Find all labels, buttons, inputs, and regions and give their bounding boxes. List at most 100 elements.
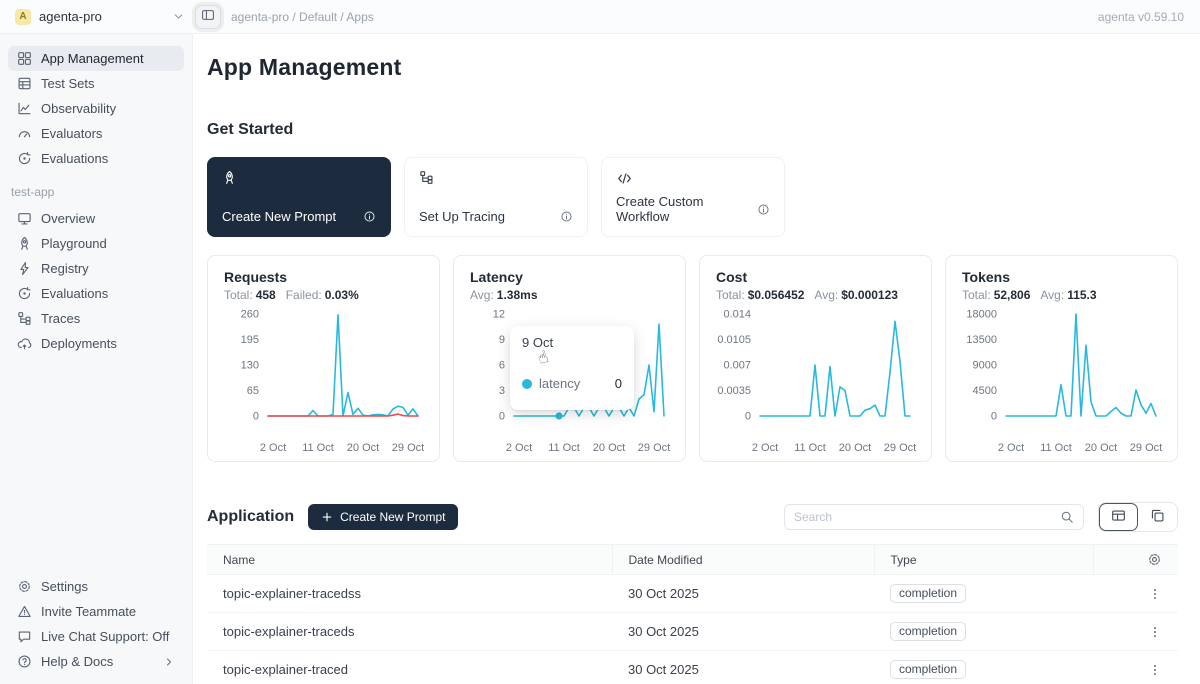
sidebar-item-app-management[interactable]: App Management [8,46,184,71]
gear-icon [17,579,32,594]
svg-text:65: 65 [247,385,259,397]
series-dot [522,379,532,389]
observability-icon [17,101,32,116]
help-icon [17,654,32,669]
tree-icon [17,311,32,326]
stat-card-latency: LatencyAvg:1.38ms0369122 Oct11 Oct20 Oct… [453,255,686,462]
sidebar-item-overview[interactable]: Overview [8,206,184,231]
chart-requests[interactable]: 0651301952602 Oct11 Oct20 Oct29 Oct [224,306,423,459]
search-input[interactable] [794,510,1054,524]
svg-text:260: 260 [241,309,259,321]
sidebar: App Management Test Sets Observability Eval… [0,34,193,684]
svg-text:29 Oct: 29 Oct [1130,442,1162,454]
sidebar-item-traces[interactable]: Traces [8,306,184,331]
triangle-icon [17,604,32,619]
chart-title: Cost [716,269,915,285]
info-icon[interactable] [560,210,573,223]
sidebar-item-observability[interactable]: Observability [8,96,184,121]
row-menu-kebab-icon[interactable] [1109,663,1162,677]
main-content: App Management Get Started Create New Pr… [193,34,1200,684]
chevron-down-icon [172,10,185,23]
info-icon[interactable] [757,203,770,216]
svg-text:0: 0 [991,411,997,423]
sidebar-item-playground[interactable]: Playground [8,231,184,256]
sidebar-item-settings[interactable]: Settings [8,574,184,599]
card-view-button[interactable] [1138,503,1177,531]
table-row[interactable]: topic-explainer-tracedss30 Oct 2025compl… [207,575,1178,613]
page-title: App Management [207,54,1178,81]
workspace-selector[interactable]: A agenta-pro [15,9,185,25]
chart-tokens[interactable]: 04500900013500180002 Oct11 Oct20 Oct29 O… [962,306,1161,459]
sidebar-item-registry[interactable]: Registry [8,256,184,281]
svg-text:0: 0 [253,411,259,423]
svg-text:20 Oct: 20 Oct [347,442,379,454]
stat-card-tokens: TokensTotal:52,806Avg:115.30450090001350… [945,255,1178,462]
svg-text:11 Oct: 11 Oct [302,442,334,454]
stat: Avg:1.38ms [470,288,538,302]
svg-text:6: 6 [499,360,505,372]
rocket-icon [222,170,376,185]
stat: Avg:115.3 [1040,288,1096,302]
sidebar-item-evaluators[interactable]: Evaluators [8,121,184,146]
get-started-card-set-up-tracing[interactable]: Set Up Tracing [404,157,588,237]
svg-text:11 Oct: 11 Oct [548,442,580,454]
svg-text:20 Oct: 20 Oct [593,442,625,454]
chat-icon [17,629,32,644]
gauge-icon [17,126,32,141]
sidebar-item-label: Test Sets [41,76,94,91]
chart-cost[interactable]: 00.00350.0070.01050.0142 Oct11 Oct20 Oct… [716,306,915,459]
card-label: Create Custom Workflow [616,194,757,224]
application-heading: Application [207,508,294,526]
create-new-prompt-button[interactable]: Create New Prompt [308,504,458,530]
svg-text:4500: 4500 [973,385,997,397]
svg-text:12: 12 [493,309,505,321]
svg-text:2 Oct: 2 Oct [998,442,1024,454]
stat-card-requests: RequestsTotal:458Failed:0.03%06513019526… [207,255,440,462]
svg-text:2 Oct: 2 Oct [260,442,286,454]
row-menu-kebab-icon[interactable] [1109,587,1162,601]
bolt-icon [17,261,32,276]
stat-card-cost: CostTotal:$0.056452Avg:$0.00012300.00350… [699,255,932,462]
sidebar-item-label: Traces [41,311,80,326]
type-badge: completion [890,660,966,679]
application-header-row: Application Create New Prompt [207,502,1178,532]
sidebar-panel-icon [201,8,215,25]
table-row[interactable]: topic-explainer-traced30 Oct 2025complet… [207,651,1178,684]
svg-text:0.0105: 0.0105 [717,334,751,346]
svg-text:0.007: 0.007 [723,360,751,372]
info-icon[interactable] [363,210,376,223]
sidebar-item-evaluations[interactable]: Evaluations [8,281,184,306]
evals-icon [17,286,32,301]
sidebar-item-deployments[interactable]: Deployments [8,331,184,356]
column-header-name: Name [207,545,612,575]
row-menu-kebab-icon[interactable] [1109,625,1162,639]
sidebar-item-label: Evaluators [41,126,102,141]
table-header-row: Name Date Modified Type [207,545,1178,575]
column-settings-gear-icon[interactable] [1110,552,1163,567]
topbar: A agenta-pro agenta-pro / Default / Apps… [0,0,1200,34]
sidebar-toggle-button[interactable] [195,5,221,29]
search-icon[interactable] [1060,510,1074,524]
sidebar-item-invite-teammate[interactable]: Invite Teammate [8,599,184,624]
sidebar-item-label: Observability [41,101,116,116]
chevron-right-icon [163,656,175,668]
svg-text:20 Oct: 20 Oct [1085,442,1117,454]
monitor-icon [17,211,32,226]
sidebar-item-help-docs[interactable]: Help & Docs [8,649,184,674]
sidebar-item-test-sets[interactable]: Test Sets [8,71,184,96]
cloud-icon [17,336,32,351]
svg-text:9: 9 [499,334,505,346]
table-row[interactable]: topic-explainer-traceds30 Oct 2025comple… [207,613,1178,651]
sidebar-item-label: Registry [41,261,89,276]
sidebar-item-label: Settings [41,579,88,594]
chart-title: Latency [470,269,669,285]
chart-title: Tokens [962,269,1161,285]
sidebar-item-live-chat-support-off[interactable]: Live Chat Support: Off [8,624,184,649]
breadcrumb[interactable]: agenta-pro / Default / Apps [231,10,374,24]
sidebar-item-evaluations[interactable]: Evaluations [8,146,184,171]
get-started-card-create-new-prompt[interactable]: Create New Prompt [207,157,391,237]
get-started-card-create-custom-workflow[interactable]: Create Custom Workflow [601,157,785,237]
table-view-button[interactable] [1099,503,1138,531]
svg-text:2 Oct: 2 Oct [752,442,778,454]
rocket-icon [17,236,32,251]
